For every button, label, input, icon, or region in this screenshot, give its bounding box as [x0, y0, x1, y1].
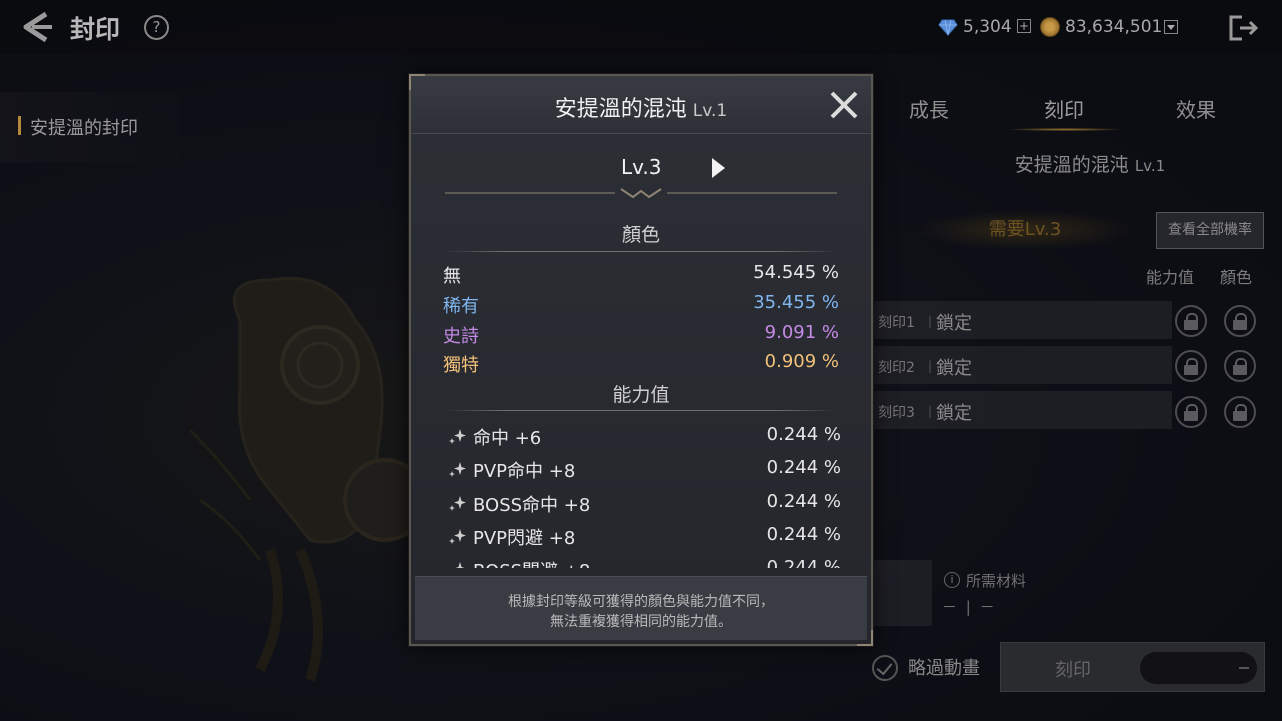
color-probability-row: 無 54.545 %: [443, 262, 839, 288]
lock-color-icon[interactable]: [1224, 305, 1256, 337]
modal-title: 安提溫的混沌 Lv.1: [411, 91, 871, 123]
divider: |: [928, 314, 933, 328]
column-header-stat: 能力值: [1146, 268, 1195, 287]
stat-probability: 0.244 %: [766, 424, 841, 445]
stat-probability: 0.244 %: [766, 491, 841, 512]
currency-dropdown-button[interactable]: [1164, 20, 1178, 34]
color-probability: 54.545 %: [753, 262, 839, 283]
seal-name: 安提溫的混沌: [1014, 154, 1129, 176]
color-probability: 35.455 %: [753, 292, 839, 313]
sparkle-icon: [455, 562, 465, 568]
tab-effect[interactable]: 效果: [1176, 94, 1216, 123]
lock-stat-icon[interactable]: [1175, 350, 1207, 382]
engrave-slot-status: 鎖定: [936, 358, 972, 379]
color-probability: 9.091 %: [764, 322, 839, 343]
stat-name: BOSS閃避 +8: [473, 557, 590, 568]
engrave-slot-label: 刻印2: [878, 360, 915, 376]
materials-label: 所需材料: [966, 572, 1027, 590]
divider: |: [928, 359, 933, 373]
engrave-slot-row: [872, 301, 1172, 339]
lock-color-icon[interactable]: [1224, 350, 1256, 382]
sidebar-item-label: 安提溫的封印: [30, 118, 138, 139]
color-section-title: 顏色: [621, 224, 660, 246]
seal-name-banner: 安提溫的混沌 Lv.1: [940, 143, 1240, 187]
exit-icon[interactable]: [1228, 14, 1260, 42]
sidebar-active-indicator: [18, 116, 21, 135]
divider: [445, 251, 837, 252]
stat-probability: 0.244 %: [766, 557, 841, 568]
color-probability-row: 獨特 0.909 %: [443, 351, 839, 377]
engrave-button-label: 刻印: [1055, 660, 1091, 681]
footer-note-line1: 根據封印等級可獲得的顏色與能力值不同，: [508, 594, 774, 610]
stat-probability-row: BOSS閃避 +8 0.244 %: [441, 555, 841, 568]
modal-footer: 根據封印等級可獲得的顏色與能力值不同， 無法重複獲得相同的能力值。: [415, 576, 867, 640]
color-name: 獨特: [443, 355, 479, 376]
sparkle-icon: [449, 462, 466, 477]
skip-animation-checkbox[interactable]: [872, 655, 898, 681]
active-tab-indicator: [1010, 128, 1120, 131]
stat-probability: 0.244 %: [766, 524, 841, 545]
info-icon[interactable]: i: [944, 572, 960, 588]
material-slot[interactable]: [872, 560, 932, 626]
gold-coin-icon: [1040, 17, 1060, 37]
engrave-slot-row: [872, 346, 1172, 384]
sparkle-icon: [449, 496, 466, 511]
diamond-icon: [938, 19, 958, 36]
diamond-count: 5,304: [963, 17, 1012, 37]
help-icon[interactable]: ?: [144, 15, 169, 40]
engrave-slot-label: 刻印1: [878, 315, 915, 331]
engrave-slot-label: 刻印3: [878, 405, 915, 421]
back-arrow-icon[interactable]: [18, 8, 58, 46]
level-requirement: 需要Lv.3: [915, 210, 1135, 250]
modal-title-name: 安提溫的混沌: [554, 97, 687, 122]
lock-stat-icon[interactable]: [1175, 305, 1207, 337]
engrave-cost-field: [1140, 652, 1257, 684]
probability-modal: 安提溫的混沌 Lv.1 Lv.3 顏色 無 54.545 % 稀有 35.455 …: [409, 74, 873, 646]
tab-engrave[interactable]: 刻印: [1044, 94, 1084, 123]
stat-probability-row: BOSS命中 +8 0.244 %: [441, 489, 841, 519]
selected-level: Lv.3: [621, 155, 662, 179]
color-probability-row: 稀有 35.455 %: [443, 292, 839, 318]
stat-name: PVP閃避 +8: [473, 528, 576, 549]
stat-probability-row: 命中 +6 0.244 %: [441, 422, 841, 452]
close-icon[interactable]: [829, 90, 859, 120]
tab-growth[interactable]: 成長: [909, 94, 949, 123]
stat-list[interactable]: 命中 +6 0.244 % PVP命中 +8 0.244 % BOSS命中 +8…: [441, 416, 841, 568]
color-name: 史詩: [443, 326, 479, 347]
color-probability-row: 史詩 9.091 %: [443, 322, 839, 348]
color-probability: 0.909 %: [764, 351, 839, 372]
gold-count: 83,634,501: [1065, 17, 1163, 37]
page-title: 封印: [70, 15, 121, 44]
skip-animation-label: 略過動畫: [908, 658, 980, 679]
modal-title-level: Lv.1: [692, 101, 728, 121]
stat-name: PVP命中 +8: [473, 461, 576, 482]
divider: [445, 410, 837, 411]
ornament-divider: [445, 188, 837, 199]
add-diamond-button[interactable]: +: [1017, 19, 1031, 33]
stat-name: BOSS命中 +8: [473, 495, 591, 516]
view-all-probabilities-button[interactable]: 查看全部機率: [1156, 212, 1264, 249]
next-level-arrow-icon[interactable]: [712, 158, 725, 178]
engrave-slot-status: 鎖定: [936, 403, 972, 424]
engrave-slot-row: [872, 391, 1172, 429]
stat-probability-row: PVP命中 +8 0.244 %: [441, 455, 841, 485]
sparkle-icon: [449, 429, 466, 444]
footer-note-line2: 無法重複獲得相同的能力值。: [550, 614, 732, 630]
seal-level: Lv.1: [1134, 157, 1166, 175]
materials-value: － | －: [942, 598, 997, 616]
engrave-slot-status: 鎖定: [936, 313, 972, 334]
stat-probability-row: PVP閃避 +8 0.244 %: [441, 522, 841, 552]
column-header-color: 顏色: [1220, 268, 1253, 287]
sparkle-icon: [449, 529, 466, 544]
color-name: 稀有: [443, 296, 479, 317]
stat-probability: 0.244 %: [766, 457, 841, 478]
divider: |: [928, 404, 933, 418]
stat-name: 命中 +6: [473, 428, 542, 449]
lock-color-icon[interactable]: [1224, 396, 1256, 428]
stat-section-title: 能力值: [612, 384, 670, 406]
color-name: 無: [443, 266, 461, 287]
lock-stat-icon[interactable]: [1175, 396, 1207, 428]
